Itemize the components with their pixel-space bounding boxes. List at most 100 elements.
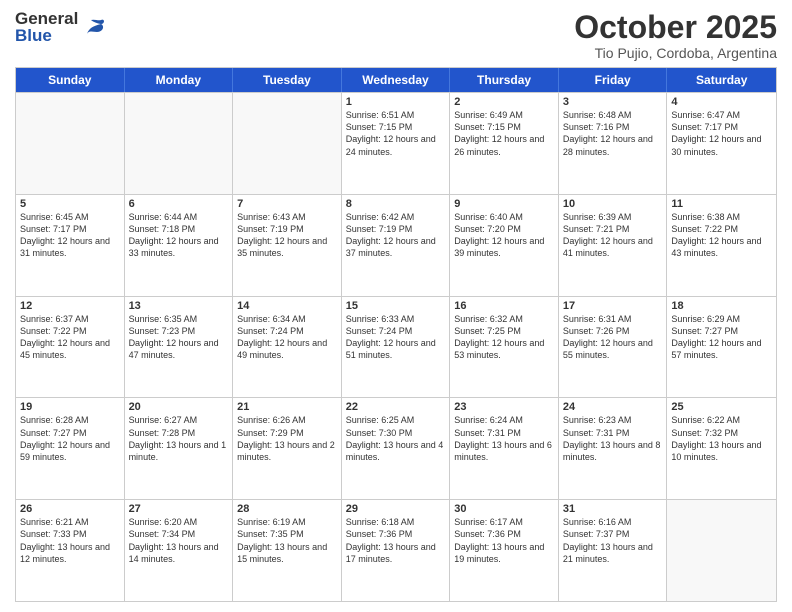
calendar-cell — [233, 93, 342, 194]
day-number: 24 — [563, 401, 663, 413]
calendar-cell: 2Sunrise: 6:49 AM Sunset: 7:15 PM Daylig… — [450, 93, 559, 194]
calendar-cell: 19Sunrise: 6:28 AM Sunset: 7:27 PM Dayli… — [16, 398, 125, 499]
cell-info: Sunrise: 6:37 AM Sunset: 7:22 PM Dayligh… — [20, 313, 120, 362]
cell-info: Sunrise: 6:19 AM Sunset: 7:35 PM Dayligh… — [237, 516, 337, 565]
day-number: 21 — [237, 401, 337, 413]
day-number: 12 — [20, 300, 120, 312]
calendar-cell: 16Sunrise: 6:32 AM Sunset: 7:25 PM Dayli… — [450, 297, 559, 398]
calendar-cell: 7Sunrise: 6:43 AM Sunset: 7:19 PM Daylig… — [233, 195, 342, 296]
calendar-header-day: Saturday — [667, 68, 776, 92]
day-number: 22 — [346, 401, 446, 413]
cell-info: Sunrise: 6:21 AM Sunset: 7:33 PM Dayligh… — [20, 516, 120, 565]
calendar-cell — [125, 93, 234, 194]
calendar-header-day: Sunday — [16, 68, 125, 92]
day-number: 17 — [563, 300, 663, 312]
calendar-cell — [667, 500, 776, 601]
cell-info: Sunrise: 6:27 AM Sunset: 7:28 PM Dayligh… — [129, 414, 229, 463]
day-number: 5 — [20, 198, 120, 210]
cell-info: Sunrise: 6:28 AM Sunset: 7:27 PM Dayligh… — [20, 414, 120, 463]
calendar-cell: 28Sunrise: 6:19 AM Sunset: 7:35 PM Dayli… — [233, 500, 342, 601]
calendar: SundayMondayTuesdayWednesdayThursdayFrid… — [15, 67, 777, 602]
cell-info: Sunrise: 6:48 AM Sunset: 7:16 PM Dayligh… — [563, 109, 663, 158]
day-number: 2 — [454, 96, 554, 108]
day-number: 16 — [454, 300, 554, 312]
cell-info: Sunrise: 6:51 AM Sunset: 7:15 PM Dayligh… — [346, 109, 446, 158]
cell-info: Sunrise: 6:18 AM Sunset: 7:36 PM Dayligh… — [346, 516, 446, 565]
cell-info: Sunrise: 6:35 AM Sunset: 7:23 PM Dayligh… — [129, 313, 229, 362]
logo-general: General — [15, 10, 78, 27]
cell-info: Sunrise: 6:32 AM Sunset: 7:25 PM Dayligh… — [454, 313, 554, 362]
cell-info: Sunrise: 6:23 AM Sunset: 7:31 PM Dayligh… — [563, 414, 663, 463]
day-number: 27 — [129, 503, 229, 515]
day-number: 15 — [346, 300, 446, 312]
day-number: 11 — [671, 198, 772, 210]
calendar-header-day: Monday — [125, 68, 234, 92]
calendar-row: 5Sunrise: 6:45 AM Sunset: 7:17 PM Daylig… — [16, 194, 776, 296]
month-title: October 2025 — [574, 10, 777, 45]
cell-info: Sunrise: 6:24 AM Sunset: 7:31 PM Dayligh… — [454, 414, 554, 463]
calendar-body: 1Sunrise: 6:51 AM Sunset: 7:15 PM Daylig… — [16, 92, 776, 601]
day-number: 25 — [671, 401, 772, 413]
cell-info: Sunrise: 6:39 AM Sunset: 7:21 PM Dayligh… — [563, 211, 663, 260]
calendar-cell: 17Sunrise: 6:31 AM Sunset: 7:26 PM Dayli… — [559, 297, 668, 398]
calendar-row: 1Sunrise: 6:51 AM Sunset: 7:15 PM Daylig… — [16, 92, 776, 194]
day-number: 13 — [129, 300, 229, 312]
day-number: 29 — [346, 503, 446, 515]
calendar-header-day: Thursday — [450, 68, 559, 92]
calendar-cell: 27Sunrise: 6:20 AM Sunset: 7:34 PM Dayli… — [125, 500, 234, 601]
cell-info: Sunrise: 6:44 AM Sunset: 7:18 PM Dayligh… — [129, 211, 229, 260]
calendar-cell: 26Sunrise: 6:21 AM Sunset: 7:33 PM Dayli… — [16, 500, 125, 601]
calendar-cell: 15Sunrise: 6:33 AM Sunset: 7:24 PM Dayli… — [342, 297, 451, 398]
calendar-header-day: Wednesday — [342, 68, 451, 92]
day-number: 1 — [346, 96, 446, 108]
day-number: 9 — [454, 198, 554, 210]
calendar-cell: 25Sunrise: 6:22 AM Sunset: 7:32 PM Dayli… — [667, 398, 776, 499]
calendar-cell: 14Sunrise: 6:34 AM Sunset: 7:24 PM Dayli… — [233, 297, 342, 398]
day-number: 28 — [237, 503, 337, 515]
cell-info: Sunrise: 6:34 AM Sunset: 7:24 PM Dayligh… — [237, 313, 337, 362]
day-number: 7 — [237, 198, 337, 210]
cell-info: Sunrise: 6:42 AM Sunset: 7:19 PM Dayligh… — [346, 211, 446, 260]
calendar-cell: 8Sunrise: 6:42 AM Sunset: 7:19 PM Daylig… — [342, 195, 451, 296]
calendar-cell: 30Sunrise: 6:17 AM Sunset: 7:36 PM Dayli… — [450, 500, 559, 601]
calendar-row: 12Sunrise: 6:37 AM Sunset: 7:22 PM Dayli… — [16, 296, 776, 398]
calendar-cell: 6Sunrise: 6:44 AM Sunset: 7:18 PM Daylig… — [125, 195, 234, 296]
calendar-cell: 4Sunrise: 6:47 AM Sunset: 7:17 PM Daylig… — [667, 93, 776, 194]
cell-info: Sunrise: 6:25 AM Sunset: 7:30 PM Dayligh… — [346, 414, 446, 463]
cell-info: Sunrise: 6:49 AM Sunset: 7:15 PM Dayligh… — [454, 109, 554, 158]
calendar-cell: 9Sunrise: 6:40 AM Sunset: 7:20 PM Daylig… — [450, 195, 559, 296]
header: General Blue October 2025 Tio Pujio, Cor… — [15, 10, 777, 61]
calendar-cell: 12Sunrise: 6:37 AM Sunset: 7:22 PM Dayli… — [16, 297, 125, 398]
calendar-cell: 3Sunrise: 6:48 AM Sunset: 7:16 PM Daylig… — [559, 93, 668, 194]
calendar-cell: 20Sunrise: 6:27 AM Sunset: 7:28 PM Dayli… — [125, 398, 234, 499]
day-number: 8 — [346, 198, 446, 210]
day-number: 26 — [20, 503, 120, 515]
calendar-cell: 10Sunrise: 6:39 AM Sunset: 7:21 PM Dayli… — [559, 195, 668, 296]
day-number: 3 — [563, 96, 663, 108]
cell-info: Sunrise: 6:20 AM Sunset: 7:34 PM Dayligh… — [129, 516, 229, 565]
calendar-cell: 24Sunrise: 6:23 AM Sunset: 7:31 PM Dayli… — [559, 398, 668, 499]
day-number: 30 — [454, 503, 554, 515]
logo-bird-icon — [83, 16, 105, 44]
title-section: October 2025 Tio Pujio, Cordoba, Argenti… — [574, 10, 777, 61]
cell-info: Sunrise: 6:43 AM Sunset: 7:19 PM Dayligh… — [237, 211, 337, 260]
calendar-cell: 1Sunrise: 6:51 AM Sunset: 7:15 PM Daylig… — [342, 93, 451, 194]
day-number: 4 — [671, 96, 772, 108]
logo: General Blue — [15, 10, 105, 44]
cell-info: Sunrise: 6:45 AM Sunset: 7:17 PM Dayligh… — [20, 211, 120, 260]
day-number: 14 — [237, 300, 337, 312]
calendar-cell: 13Sunrise: 6:35 AM Sunset: 7:23 PM Dayli… — [125, 297, 234, 398]
calendar-row: 19Sunrise: 6:28 AM Sunset: 7:27 PM Dayli… — [16, 397, 776, 499]
day-number: 20 — [129, 401, 229, 413]
calendar-header-day: Friday — [559, 68, 668, 92]
location: Tio Pujio, Cordoba, Argentina — [574, 45, 777, 61]
cell-info: Sunrise: 6:38 AM Sunset: 7:22 PM Dayligh… — [671, 211, 772, 260]
calendar-cell: 22Sunrise: 6:25 AM Sunset: 7:30 PM Dayli… — [342, 398, 451, 499]
cell-info: Sunrise: 6:47 AM Sunset: 7:17 PM Dayligh… — [671, 109, 772, 158]
cell-info: Sunrise: 6:17 AM Sunset: 7:36 PM Dayligh… — [454, 516, 554, 565]
page: General Blue October 2025 Tio Pujio, Cor… — [0, 0, 792, 612]
calendar-cell: 23Sunrise: 6:24 AM Sunset: 7:31 PM Dayli… — [450, 398, 559, 499]
cell-info: Sunrise: 6:31 AM Sunset: 7:26 PM Dayligh… — [563, 313, 663, 362]
cell-info: Sunrise: 6:22 AM Sunset: 7:32 PM Dayligh… — [671, 414, 772, 463]
calendar-header-day: Tuesday — [233, 68, 342, 92]
